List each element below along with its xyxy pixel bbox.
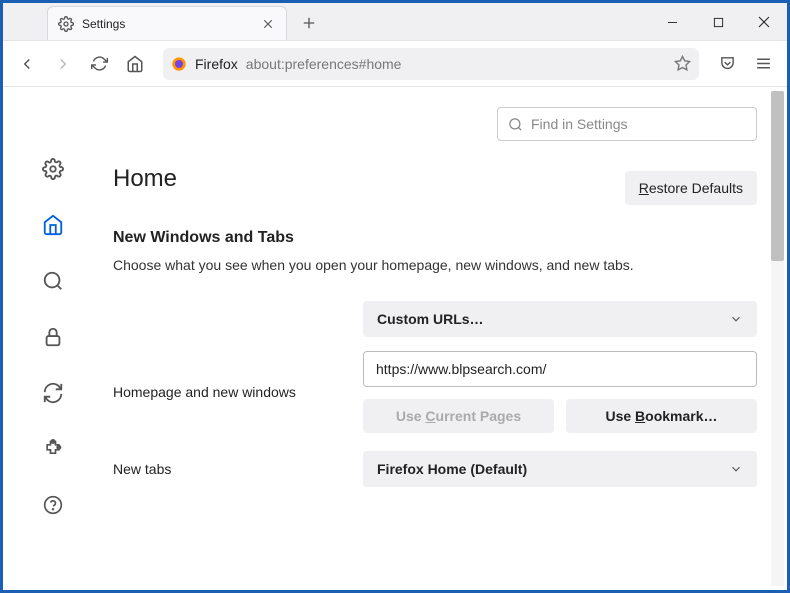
sidebar-search-icon[interactable] xyxy=(41,269,65,293)
browser-tab[interactable]: Settings xyxy=(47,6,287,40)
homepage-mode-select[interactable]: Custom URLs… xyxy=(363,301,757,337)
section-title: New Windows and Tabs xyxy=(113,229,757,247)
newtabs-mode-select[interactable]: Firefox Home (Default) xyxy=(363,451,757,487)
chevron-down-icon xyxy=(729,462,743,476)
chevron-down-icon xyxy=(729,312,743,326)
sidebar-general-icon[interactable] xyxy=(41,157,65,181)
homepage-mode-value: Custom URLs… xyxy=(377,311,484,327)
find-in-settings-input[interactable]: Find in Settings xyxy=(497,107,757,141)
pocket-button[interactable] xyxy=(711,48,743,80)
new-tab-button[interactable] xyxy=(295,9,323,37)
navigation-toolbar: Firefox about:preferences#home xyxy=(3,41,787,87)
newtabs-mode-value: Firefox Home (Default) xyxy=(377,461,527,477)
content-area: Find in Settings Home Restore Defaults N… xyxy=(3,87,787,590)
main-panel: Find in Settings Home Restore Defaults N… xyxy=(103,87,787,590)
titlebar: Settings xyxy=(3,3,787,41)
bookmark-star-icon[interactable] xyxy=(674,55,691,72)
minimize-button[interactable] xyxy=(649,3,695,41)
forward-button[interactable] xyxy=(47,48,79,80)
homepage-label: Homepage and new windows xyxy=(113,384,343,400)
settings-sidebar xyxy=(3,87,103,590)
sidebar-help-icon[interactable] xyxy=(41,493,65,517)
firefox-icon xyxy=(171,56,187,72)
scrollbar-thumb[interactable] xyxy=(771,91,784,261)
gear-icon xyxy=(58,16,74,32)
close-window-button[interactable] xyxy=(741,3,787,41)
restore-defaults-button[interactable]: Restore Defaults xyxy=(625,171,757,205)
maximize-button[interactable] xyxy=(695,3,741,41)
sidebar-home-icon[interactable] xyxy=(41,213,65,237)
back-button[interactable] xyxy=(11,48,43,80)
reload-button[interactable] xyxy=(83,48,115,80)
sidebar-sync-icon[interactable] xyxy=(41,381,65,405)
sidebar-extensions-icon[interactable] xyxy=(41,437,65,461)
home-button[interactable] xyxy=(119,48,151,80)
homepage-url-input[interactable] xyxy=(363,351,757,387)
url-path: about:preferences#home xyxy=(246,56,402,72)
newtabs-label: New tabs xyxy=(113,461,343,477)
window-controls xyxy=(649,3,787,41)
url-domain: Firefox xyxy=(195,56,238,72)
close-tab-icon[interactable] xyxy=(260,16,276,32)
search-placeholder: Find in Settings xyxy=(531,116,628,132)
section-description: Choose what you see when you open your h… xyxy=(113,257,757,273)
tab-title: Settings xyxy=(82,17,260,31)
use-bookmark-button[interactable]: Use Bookmark… xyxy=(566,399,757,433)
url-bar[interactable]: Firefox about:preferences#home xyxy=(163,48,699,80)
scrollbar[interactable] xyxy=(771,91,784,586)
sidebar-privacy-icon[interactable] xyxy=(41,325,65,349)
search-icon xyxy=(508,117,523,132)
menu-button[interactable] xyxy=(747,48,779,80)
use-current-pages-button[interactable]: Use Current Pages xyxy=(363,399,554,433)
